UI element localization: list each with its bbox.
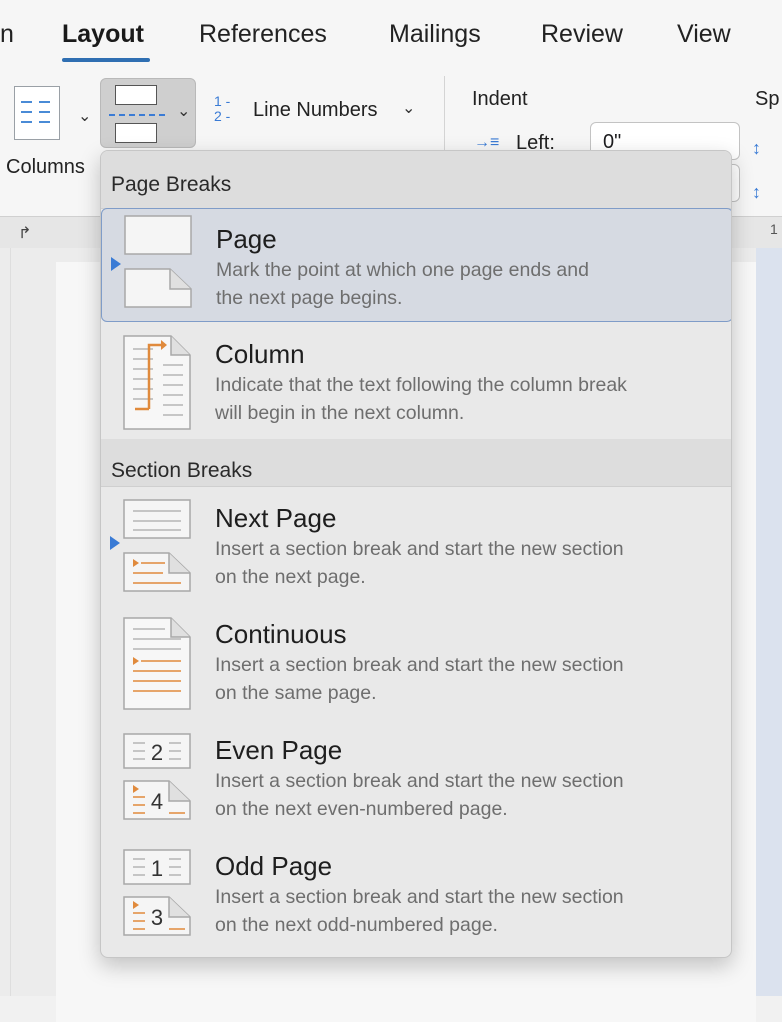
next-page-icon [123,499,191,592]
menu-item-title: Next Page [215,503,337,533]
tab-view[interactable]: View [677,20,731,49]
ruler-mark: 1 [770,221,778,237]
menu-item-description: Insert a section break and start the new… [215,538,624,588]
spacing-label: Sp [755,88,780,110]
breaks-dash-icon [109,114,165,116]
menu-item-description: Indicate that the text following the col… [215,374,627,424]
tab-mailings[interactable]: Mailings [389,20,481,49]
selection-marker-icon [110,536,120,550]
breaks-page-bottom-icon [115,123,157,143]
breaks-dropdown-menu: Page Breaks Page Mark the point at which… [100,150,732,958]
menu-item-continuous[interactable]: Continuous Insert a section break and st… [101,605,731,719]
breaks-page-top-icon [115,85,157,105]
breaks-button[interactable]: ⌄ [100,78,196,148]
columns-chevron-icon[interactable]: ⌄ [78,106,91,126]
even-page-icon: 2 4 [123,733,191,820]
tab-stop-icon[interactable]: ↱ [18,223,31,243]
ribbon-tabs: n Layout References Mailings Review View [0,0,782,66]
indent-label: Indent [472,88,528,110]
page-break-icon [124,215,192,308]
columns-label: Columns [6,156,85,178]
line-numbers-button[interactable]: Line Numbers [253,99,378,122]
menu-item-description: Mark the point at which one page ends an… [216,259,589,309]
section-breaks-header: Section Breaks [101,439,731,487]
menu-item-next-page[interactable]: Next Page Insert a section break and sta… [101,489,731,603]
menu-item-title: Column [215,339,305,369]
tab-layout[interactable]: Layout [62,20,144,49]
menu-item-description: Insert a section break and start the new… [215,770,624,820]
menu-item-even-page[interactable]: 2 4 Even Page Insert a section break and… [101,721,731,835]
odd-page-icon: 1 3 [123,849,191,936]
menu-item-column-break[interactable]: Column Indicate that the text following … [101,325,731,439]
svg-text:3: 3 [151,905,163,930]
breaks-chevron-icon[interactable]: ⌄ [177,101,190,121]
document-right-edge [756,248,782,996]
menu-item-page-break[interactable]: Page Mark the point at which one page en… [101,208,731,322]
line-numbers-chevron-icon[interactable]: ⌄ [402,98,415,118]
column-break-icon [123,335,191,430]
menu-item-title: Continuous [215,619,347,649]
menu-item-description: Insert a section break and start the new… [215,654,624,704]
spacing-icon: ↕ ↕ [752,138,761,202]
svg-text:2: 2 [151,740,163,765]
menu-item-title: Even Page [215,735,343,765]
line-numbers-icon[interactable]: 1 - 2 - [214,94,230,124]
menu-item-title: Page [216,224,277,254]
columns-button[interactable] [14,86,60,140]
selection-marker-icon [111,257,121,271]
page-breaks-header: Page Breaks [101,151,731,209]
tab-design[interactable]: n [0,20,14,49]
active-tab-indicator [62,58,150,62]
menu-item-title: Odd Page [215,851,333,881]
svg-text:4: 4 [151,789,163,814]
tab-references[interactable]: References [199,20,327,49]
document-margin [10,248,11,996]
continuous-icon [123,617,191,710]
tab-review[interactable]: Review [541,20,623,49]
menu-item-description: Insert a section break and start the new… [215,886,624,936]
menu-item-odd-page[interactable]: 1 3 Odd Page Insert a section break and … [101,837,731,951]
svg-text:1: 1 [151,856,163,881]
